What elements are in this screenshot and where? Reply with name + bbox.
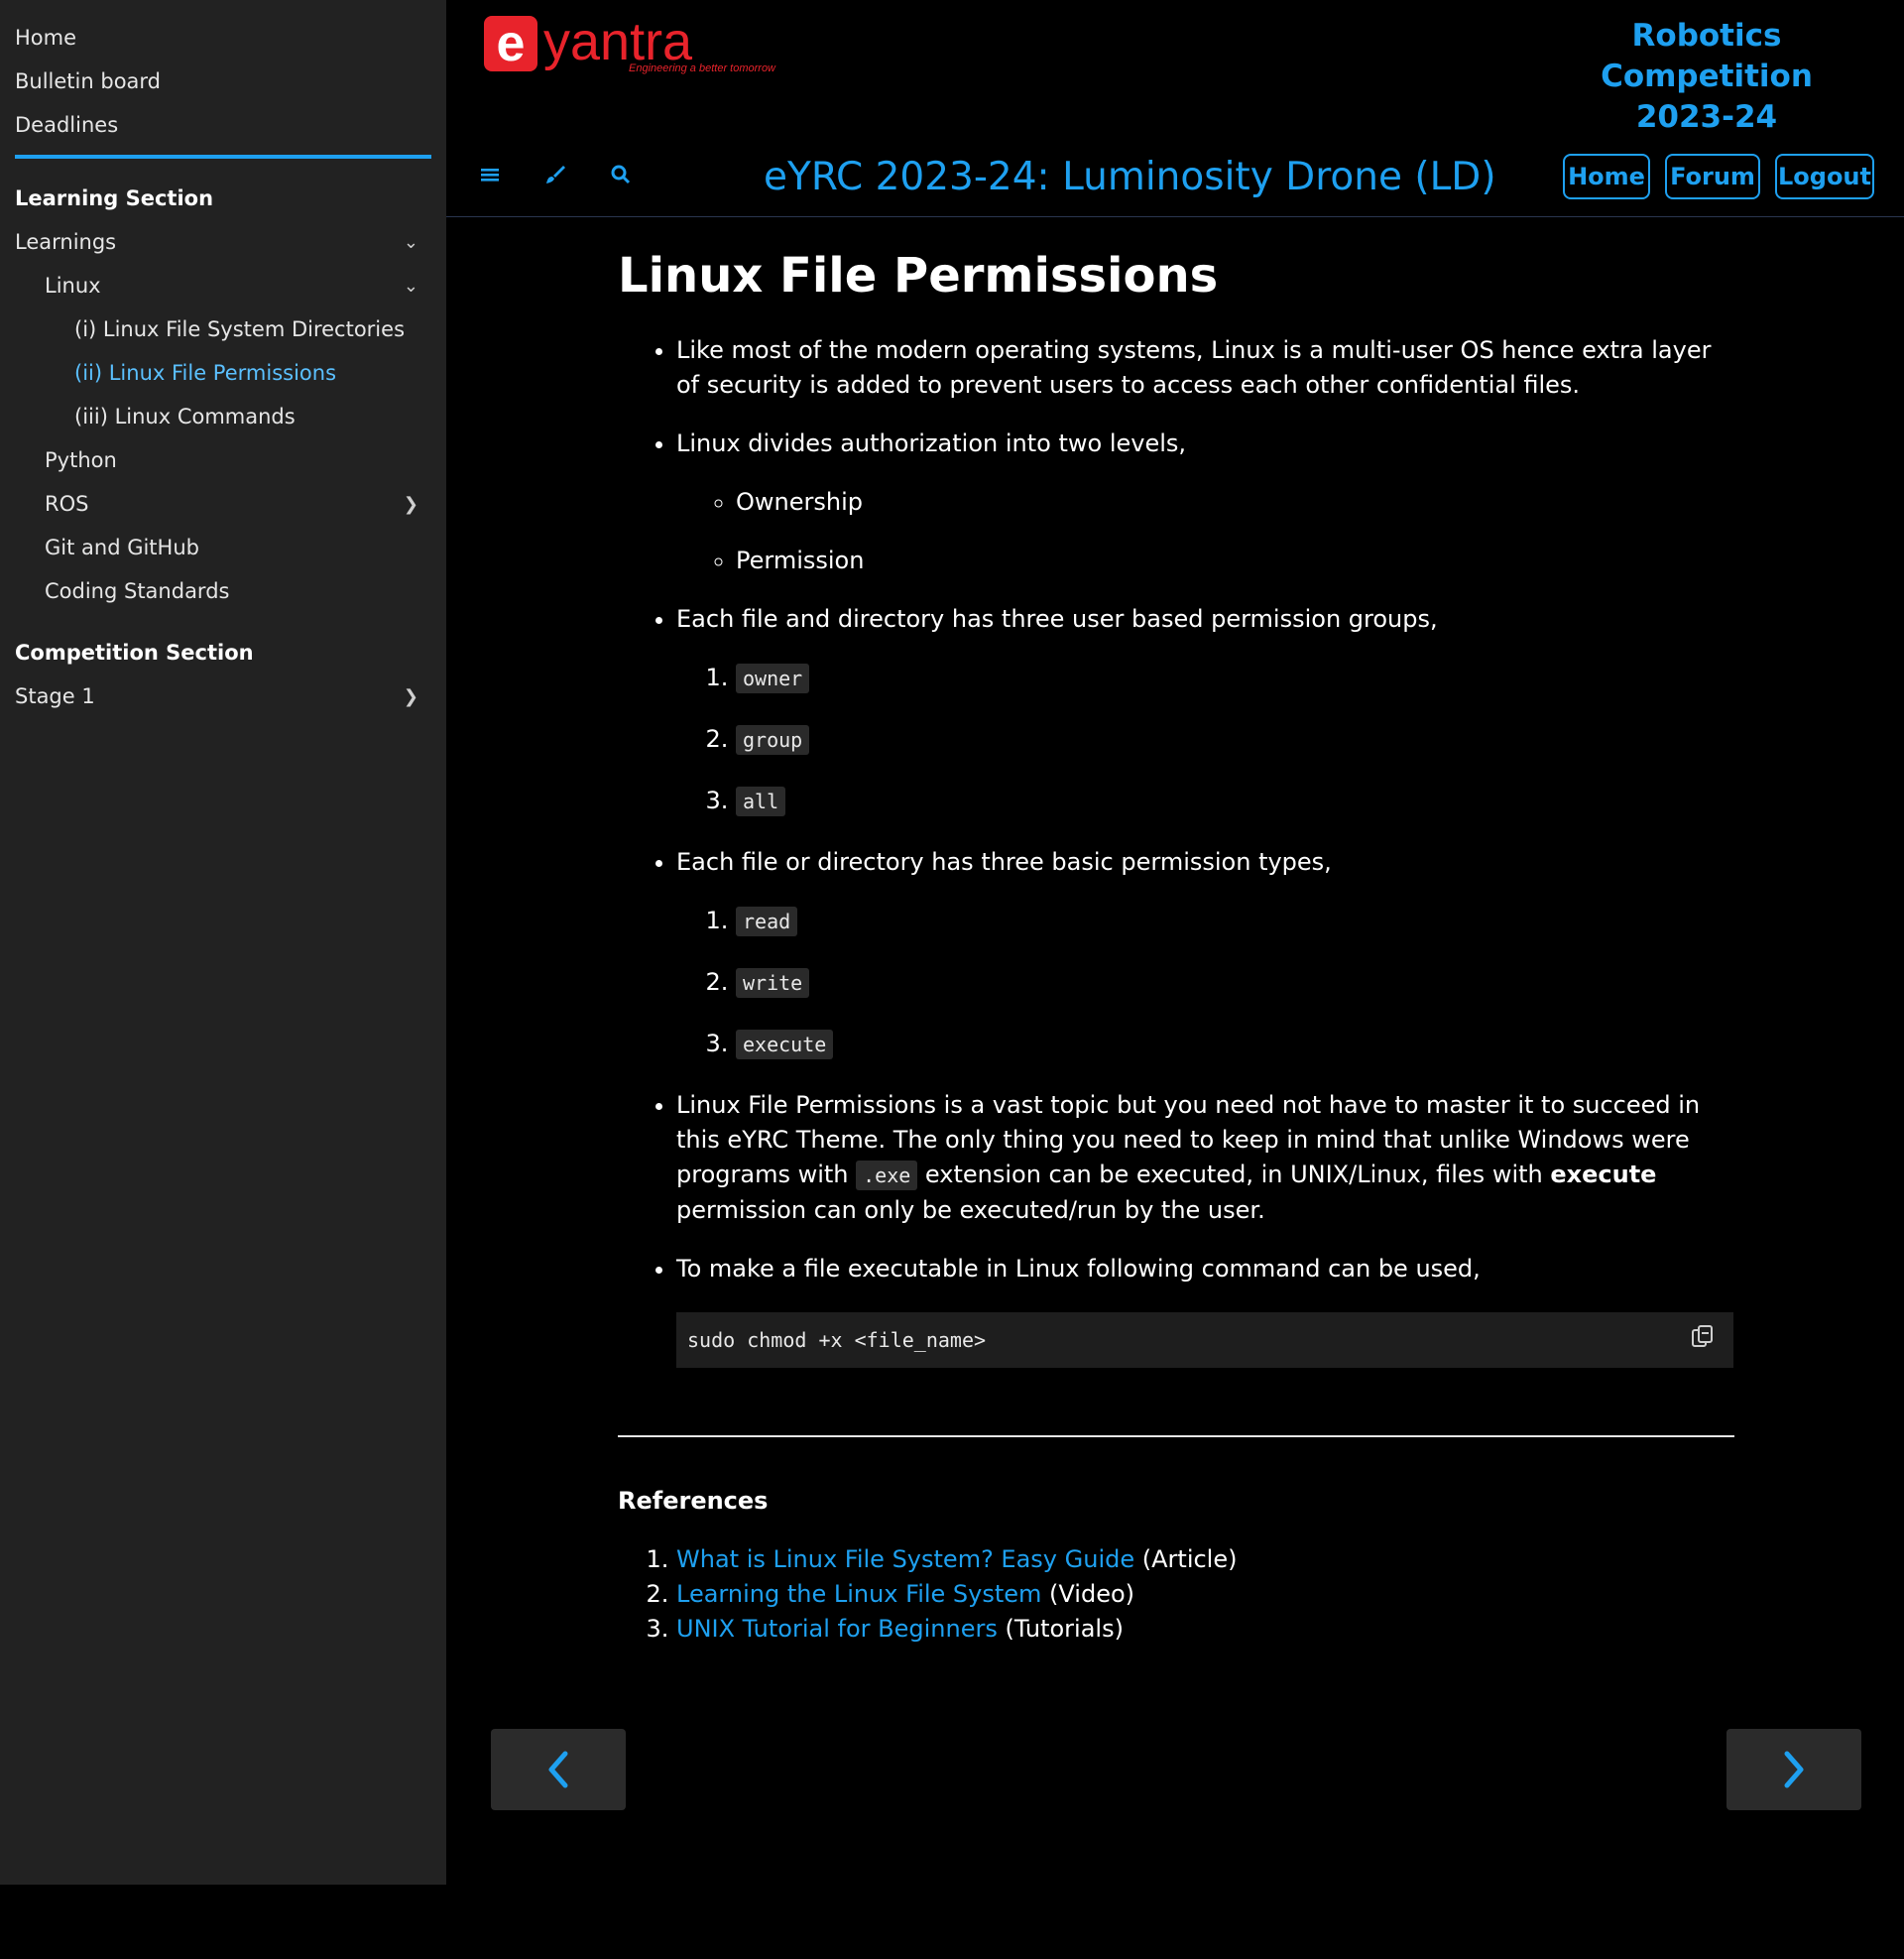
list-item: Like most of the modern operating system… — [676, 333, 1734, 403]
sidebar-item-label: ROS — [45, 492, 89, 516]
list-item: owner — [736, 661, 1734, 696]
reference-link[interactable]: Learning the Linux File System — [676, 1580, 1041, 1608]
inline-code: execute — [736, 1030, 834, 1059]
list-item: Each file or directory has three basic p… — [676, 845, 1734, 1062]
groups-list: owner group all — [676, 661, 1734, 819]
list-item: Linux divides authorization into two lev… — [676, 427, 1734, 578]
chevron-right-icon[interactable]: ❯ — [404, 686, 418, 707]
sidebar-item-linux-commands[interactable]: (iii) Linux Commands — [0, 395, 446, 438]
text-segment: extension can be executed, in UNIX/Linux… — [917, 1161, 1551, 1188]
list-item: UNIX Tutorial for Beginners (Tutorials) — [676, 1612, 1734, 1647]
competition-section-title: Competition Section — [15, 641, 254, 665]
sidebar-item-python[interactable]: Python — [0, 438, 446, 482]
list-item: To make a file executable in Linux follo… — [676, 1252, 1734, 1368]
sidebar-divider — [15, 155, 431, 159]
list-item: Linux File Permissions is a vast topic b… — [676, 1088, 1734, 1228]
chevron-right-icon — [1784, 1751, 1804, 1788]
list-item: What is Linux File System? Easy Guide (A… — [676, 1542, 1734, 1577]
competition-title: Robotics Competition 2023-24 — [1543, 16, 1870, 138]
reference-type: (Article) — [1134, 1545, 1238, 1573]
logout-button[interactable]: Logout — [1775, 154, 1874, 199]
sidebar-item-linux-file-permissions[interactable]: (ii) Linux File Permissions — [0, 351, 446, 395]
page-title: eYRC 2023-24: Luminosity Drone (LD) — [764, 155, 1496, 199]
menu-icon[interactable] — [476, 161, 504, 188]
list-item: write — [736, 965, 1734, 1001]
sidebar-item-git-and-github[interactable]: Git and GitHub — [0, 526, 446, 569]
article-title: Linux File Permissions — [618, 248, 1219, 304]
list-item-text: To make a file executable in Linux follo… — [676, 1255, 1481, 1283]
sidebar-item-learnings[interactable]: Learnings ⌄ — [0, 220, 446, 264]
text-segment: permission can only be executed/run by t… — [676, 1196, 1265, 1224]
reference-type: (Video) — [1041, 1580, 1135, 1608]
inline-code: write — [736, 968, 810, 998]
inline-code: group — [736, 725, 810, 755]
competition-title-line1: Robotics Competition — [1601, 18, 1813, 94]
references-list: What is Linux File System? Easy Guide (A… — [618, 1542, 1734, 1647]
sidebar-item-coding-standards[interactable]: Coding Standards — [0, 569, 446, 613]
reference-link[interactable]: What is Linux File System? Easy Guide — [676, 1545, 1134, 1573]
sidebar-item-linux-file-system-directories[interactable]: (i) Linux File System Directories — [0, 307, 446, 351]
chevron-left-icon — [548, 1751, 568, 1788]
home-button[interactable]: Home — [1563, 154, 1650, 199]
sidebar-item-linux[interactable]: Linux ⌄ — [0, 264, 446, 307]
paintbrush-icon[interactable] — [540, 161, 568, 188]
sidebar-link-bulletin-board[interactable]: Bulletin board — [15, 60, 431, 103]
list-item: all — [736, 784, 1734, 819]
inline-code: all — [736, 787, 786, 816]
list-item: Permission — [736, 544, 1734, 578]
sidebar-item-label: Learnings — [15, 230, 117, 254]
chevron-down-icon[interactable]: ⌄ — [404, 276, 418, 297]
sidebar-item-label: Linux — [45, 274, 101, 298]
chevron-down-icon[interactable]: ⌄ — [404, 232, 418, 253]
bold-text: execute — [1550, 1161, 1657, 1188]
list-item: Ownership — [736, 485, 1734, 520]
competition-title-line2: 2023-24 — [1635, 99, 1778, 135]
sidebar-item-ros[interactable]: ROS ❯ — [0, 482, 446, 526]
next-page-button[interactable] — [1726, 1729, 1861, 1810]
article-bullets: Like most of the modern operating system… — [618, 333, 1734, 1368]
references-title: References — [618, 1487, 769, 1515]
list-item: Learning the Linux File System (Video) — [676, 1577, 1734, 1612]
copy-icon[interactable] — [1690, 1324, 1718, 1352]
forum-button[interactable]: Forum — [1665, 154, 1760, 199]
list-item: execute — [736, 1027, 1734, 1062]
sidebar-link-home[interactable]: Home — [15, 16, 431, 60]
inline-code: .exe — [856, 1161, 918, 1190]
reference-type: (Tutorials) — [997, 1615, 1124, 1643]
eyantra-logo[interactable]: e yantra Engineering a better tomorrow — [482, 12, 779, 77]
list-item-text: Each file or directory has three basic p… — [676, 848, 1332, 876]
sidebar-link-deadlines[interactable]: Deadlines — [15, 103, 431, 147]
list-item-text: Each file and directory has three user b… — [676, 605, 1438, 633]
levels-list: Ownership Permission — [676, 485, 1734, 578]
sidebar-item-label: Stage 1 — [15, 684, 95, 708]
list-item-text: Linux divides authorization into two lev… — [676, 429, 1187, 457]
types-list: read write execute — [676, 904, 1734, 1062]
sidebar-item-stage-1[interactable]: Stage 1 ❯ — [0, 674, 446, 718]
code-block[interactable]: sudo chmod +x <file_name> — [676, 1312, 1733, 1368]
inline-code: read — [736, 907, 798, 936]
article-content: Linux File Permissions Like most of the … — [618, 248, 1734, 1647]
previous-page-button[interactable] — [491, 1729, 626, 1810]
inline-code: owner — [736, 664, 810, 693]
search-icon[interactable] — [607, 161, 635, 188]
list-item: group — [736, 722, 1734, 758]
sidebar: Home Bulletin board Deadlines Learning S… — [0, 0, 446, 1885]
reference-link[interactable]: UNIX Tutorial for Beginners — [676, 1615, 998, 1643]
top-header: e yantra Engineering a better tomorrow R… — [446, 0, 1904, 217]
list-item: Each file and directory has three user b… — [676, 602, 1734, 819]
learning-section-title: Learning Section — [15, 186, 214, 210]
logo-tagline: Engineering a better tomorrow — [629, 62, 776, 74]
chevron-right-icon[interactable]: ❯ — [404, 494, 418, 515]
svg-text:e: e — [497, 15, 526, 72]
list-item: read — [736, 904, 1734, 939]
code-text[interactable]: sudo chmod +x <file_name> — [687, 1323, 986, 1358]
section-divider — [618, 1435, 1734, 1437]
